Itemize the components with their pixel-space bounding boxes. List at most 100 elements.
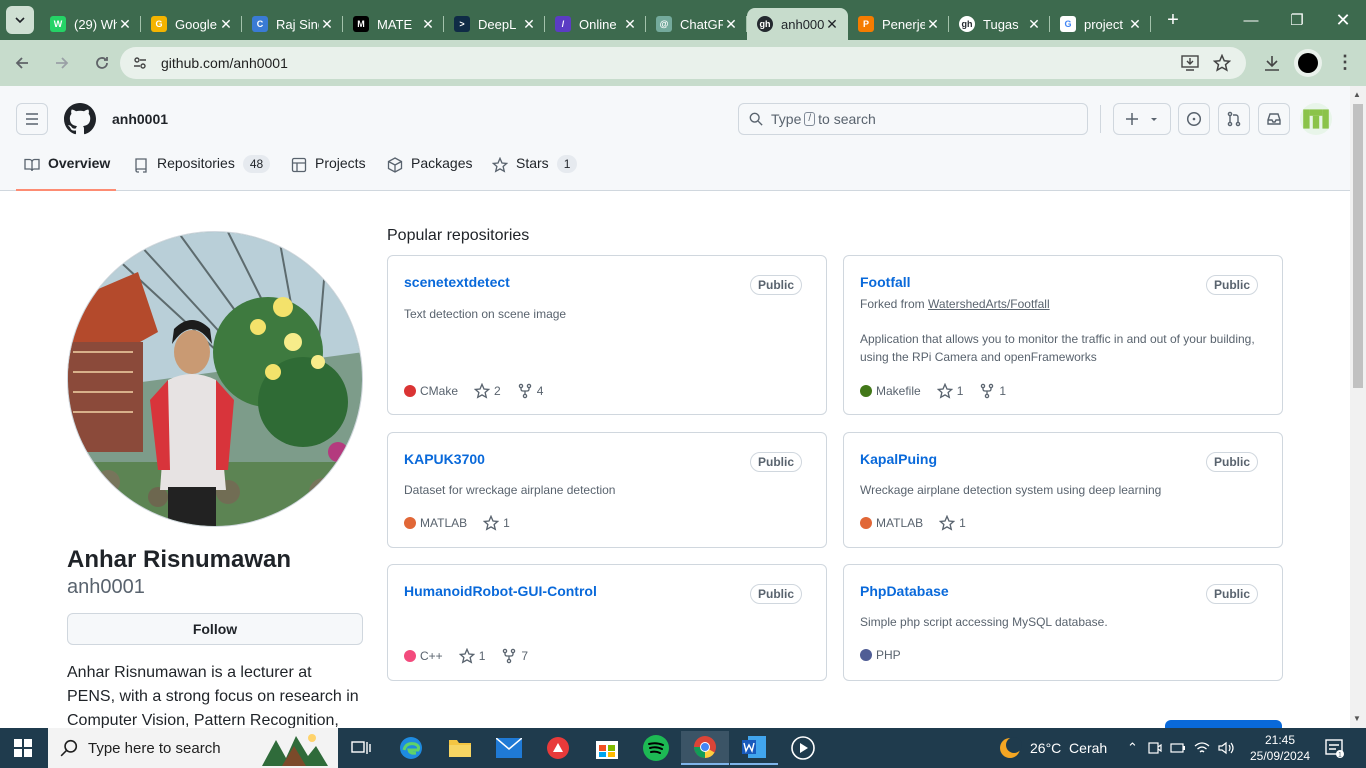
- repo-name-link[interactable]: KAPUK3700: [404, 451, 485, 467]
- close-window-button[interactable]: ✕: [1320, 0, 1366, 40]
- taskbar-media-player[interactable]: [779, 731, 827, 765]
- task-view-button[interactable]: [337, 731, 385, 765]
- stargazers-link[interactable]: 1: [458, 648, 485, 664]
- notification-center-button[interactable]: 1: [1324, 738, 1344, 758]
- battery-icon[interactable]: [1170, 742, 1186, 754]
- tab-overview[interactable]: Overview: [16, 155, 116, 191]
- forks-link[interactable]: 4: [517, 383, 543, 399]
- context-username[interactable]: anh0001: [112, 111, 168, 127]
- scrollbar-thumb[interactable]: [1353, 104, 1363, 388]
- stargazers-link[interactable]: 1: [936, 383, 963, 399]
- taskbar-mail[interactable]: [485, 731, 533, 765]
- tab-close-icon[interactable]: ✕: [824, 16, 840, 33]
- profile-avatar-photo[interactable]: [67, 231, 363, 527]
- github-logo-icon[interactable]: [64, 103, 96, 135]
- install-app-icon[interactable]: [1181, 55, 1199, 71]
- new-tab-button[interactable]: +: [1161, 9, 1185, 32]
- download-icon[interactable]: [1263, 54, 1281, 72]
- forks-link[interactable]: 1: [979, 383, 1006, 399]
- forks-link[interactable]: 7: [501, 648, 528, 664]
- start-button[interactable]: [14, 739, 32, 757]
- chevron-up-icon[interactable]: ⌃: [1127, 740, 1138, 756]
- tab-close-icon[interactable]: ✕: [1127, 16, 1143, 33]
- tab-stars[interactable]: Stars 1: [492, 155, 578, 191]
- back-button[interactable]: [4, 45, 40, 81]
- tab-close-icon[interactable]: ✕: [117, 16, 133, 33]
- taskbar-store[interactable]: [583, 731, 631, 765]
- clock-time: 21:45: [1264, 733, 1296, 747]
- browser-tab[interactable]: G Google Drive✕: [141, 8, 242, 40]
- restore-button[interactable]: ❐: [1274, 0, 1320, 40]
- browser-tab[interactable]: W (29) WhatsApp✕: [40, 8, 141, 40]
- repo-name-link[interactable]: HumanoidRobot-GUI-Control: [404, 583, 597, 599]
- browser-tab[interactable]: / Online ✕: [545, 8, 646, 40]
- browser-tab[interactable]: gh Tugas ✕: [949, 8, 1050, 40]
- browser-tab[interactable]: @ ChatGPT✕: [646, 8, 747, 40]
- tab-close-icon[interactable]: ✕: [723, 16, 739, 33]
- tab-title: Tugas: [983, 16, 1019, 32]
- inbox-button[interactable]: [1258, 103, 1290, 135]
- stargazers-link[interactable]: 2: [474, 383, 501, 399]
- github-search-input[interactable]: Type / to search: [738, 103, 1088, 135]
- user-avatar-button[interactable]: [1300, 103, 1332, 135]
- tab-close-icon[interactable]: ✕: [319, 16, 335, 33]
- tab-repositories[interactable]: Repositories 48: [133, 155, 271, 191]
- tab-title: (29) WhatsApp: [74, 16, 117, 32]
- wifi-icon[interactable]: [1194, 741, 1210, 755]
- forked-from-link[interactable]: WatershedArts/Footfall: [928, 297, 1050, 311]
- taskbar-clock[interactable]: 21:45 25/09/2024: [1250, 732, 1310, 764]
- tab-favicon-icon: gh: [757, 16, 773, 32]
- issues-button[interactable]: [1178, 103, 1210, 135]
- tab-close-icon[interactable]: ✕: [622, 16, 638, 33]
- tab-close-icon[interactable]: ✕: [925, 16, 941, 33]
- tab-close-icon[interactable]: ✕: [1026, 16, 1042, 33]
- reload-button[interactable]: [84, 45, 120, 81]
- repo-name-link[interactable]: KapalPuing: [860, 451, 937, 467]
- pull-requests-button[interactable]: [1218, 103, 1250, 135]
- tab-title: Online: [579, 16, 617, 32]
- browser-tab[interactable]: P Penerjemah✕: [848, 8, 949, 40]
- browser-tab[interactable]: Gproject ✕: [1050, 8, 1151, 40]
- create-new-button[interactable]: [1113, 103, 1171, 135]
- tab-projects[interactable]: Projects: [291, 155, 366, 191]
- taskbar-spotify[interactable]: [632, 731, 680, 765]
- volume-icon[interactable]: [1218, 741, 1234, 755]
- tab-search-button[interactable]: [6, 6, 34, 34]
- repo-name-link[interactable]: scenetextdetect: [404, 274, 510, 290]
- taskbar-search-box[interactable]: Type here to search: [48, 728, 338, 768]
- bookmark-star-icon[interactable]: [1213, 54, 1231, 72]
- tab-close-icon[interactable]: ✕: [521, 16, 537, 33]
- stargazers-link[interactable]: 1: [483, 515, 510, 531]
- meet-now-icon[interactable]: [1148, 741, 1162, 755]
- taskbar-edge[interactable]: [387, 731, 435, 765]
- browser-tab[interactable]: C Raj Singh✕: [242, 8, 343, 40]
- repo-name-link[interactable]: PhpDatabase: [860, 583, 949, 599]
- browser-tab[interactable]: > DeepL ✕: [444, 8, 545, 40]
- follow-button[interactable]: Follow: [67, 613, 363, 645]
- browser-menu-button[interactable]: ⋮: [1336, 52, 1354, 73]
- tab-packages[interactable]: Packages: [387, 155, 472, 191]
- forward-button[interactable]: [44, 45, 80, 81]
- scroll-down-arrow-icon[interactable]: ▼: [1353, 714, 1361, 723]
- taskbar-chrome[interactable]: [681, 731, 729, 765]
- partial-primary-button[interactable]: [1165, 720, 1282, 728]
- tab-close-icon[interactable]: ✕: [218, 16, 234, 33]
- profile-avatar-button[interactable]: [1294, 49, 1322, 77]
- weather-widget[interactable]: 26°C Cerah: [998, 728, 1107, 768]
- tab-close-icon[interactable]: ✕: [420, 16, 436, 33]
- system-tray[interactable]: ⌃: [1127, 728, 1234, 768]
- tab-favicon-icon: C: [252, 16, 268, 32]
- address-bar[interactable]: github.com/anh0001: [120, 47, 1246, 79]
- scroll-up-arrow-icon[interactable]: ▲: [1353, 90, 1361, 99]
- browser-tab[interactable]: gh anh0001✕: [747, 8, 848, 40]
- stargazers-link[interactable]: 1: [939, 515, 966, 531]
- identicon-icon: [1303, 109, 1329, 129]
- star-icon: [458, 648, 475, 664]
- repo-name-link[interactable]: Footfall: [860, 274, 911, 290]
- minimize-button[interactable]: —: [1228, 0, 1274, 40]
- browser-tab[interactable]: M MATE ✕: [343, 8, 444, 40]
- taskbar-app-red[interactable]: [534, 731, 582, 765]
- taskbar-file-explorer[interactable]: [436, 731, 484, 765]
- hamburger-menu-button[interactable]: [16, 103, 48, 135]
- taskbar-word[interactable]: [730, 731, 778, 765]
